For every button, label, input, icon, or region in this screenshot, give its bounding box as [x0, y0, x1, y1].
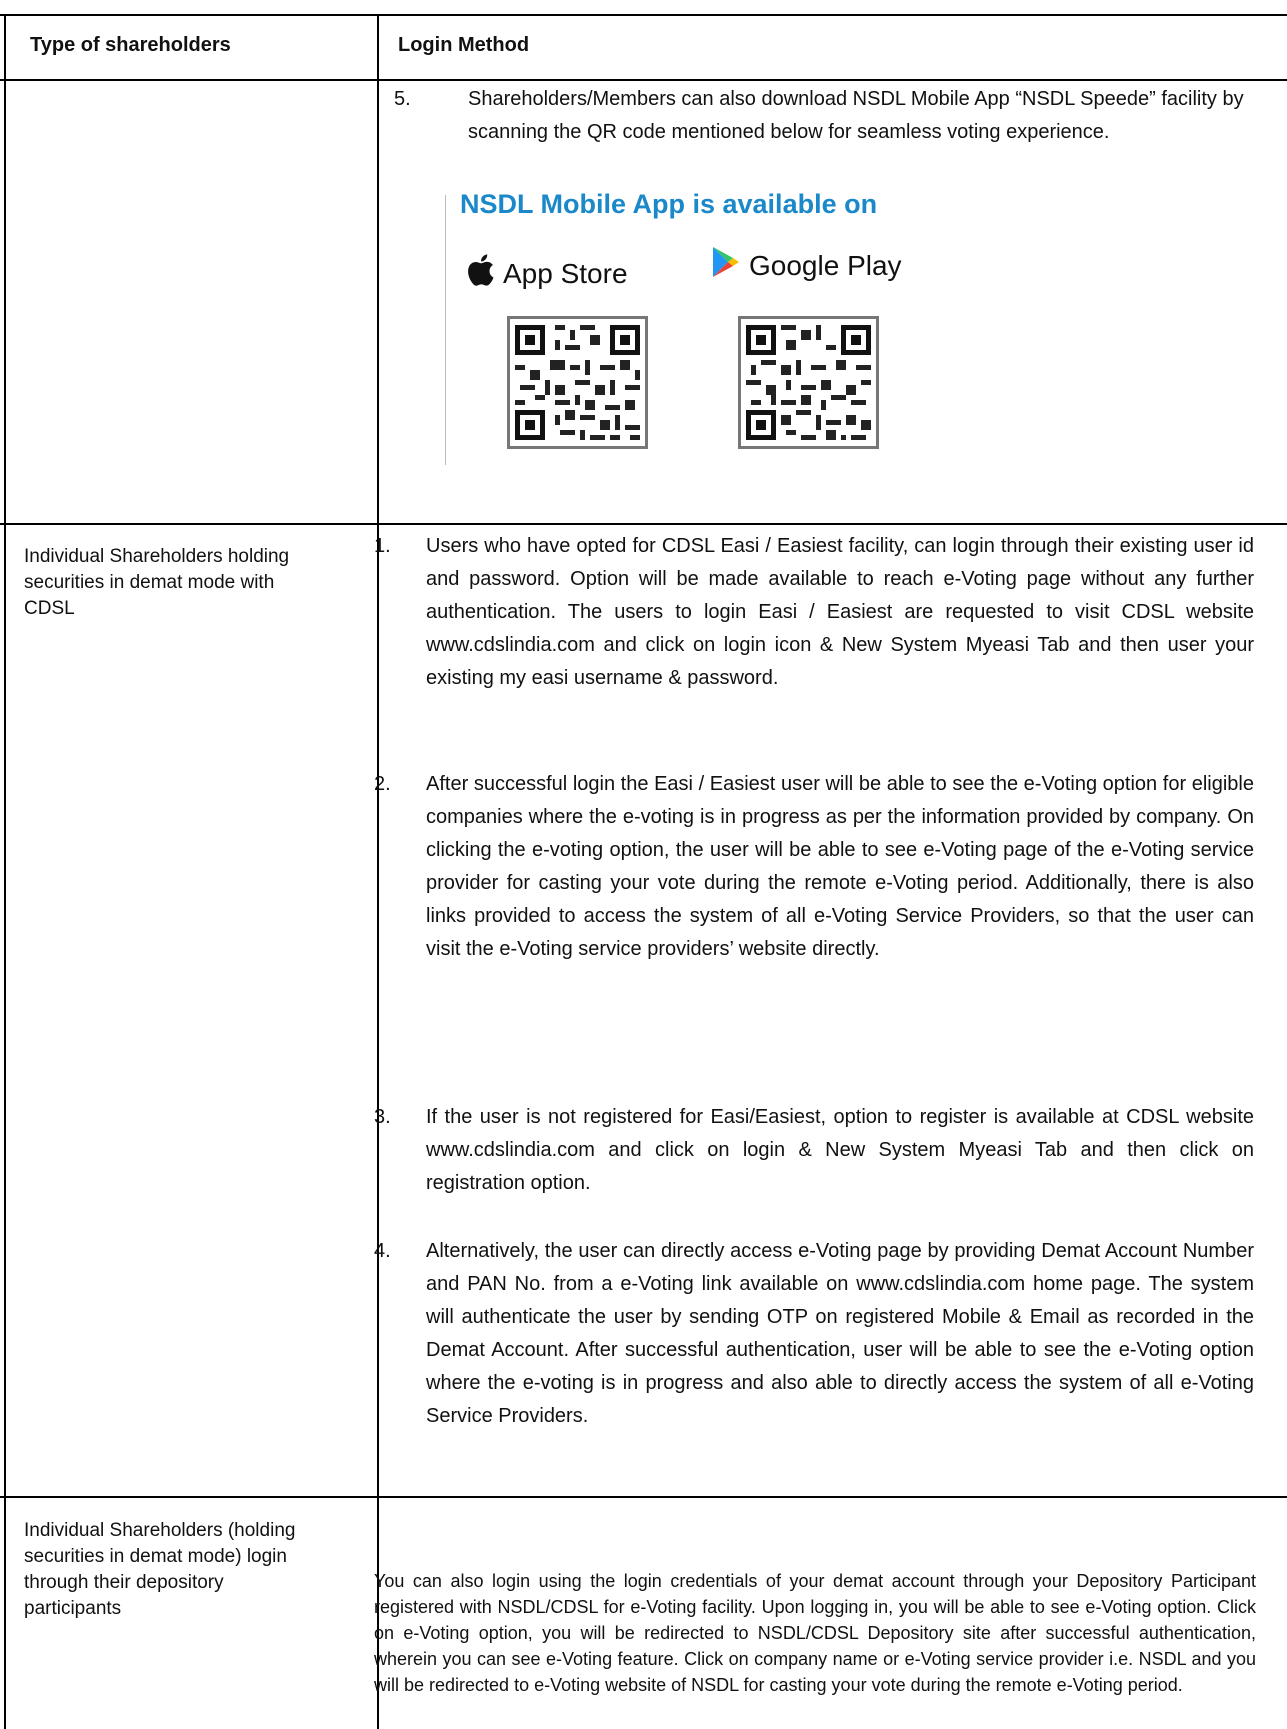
- list-item-number: 2.: [374, 773, 391, 795]
- google-play-icon: [711, 245, 741, 286]
- app-store-label: App Store: [503, 257, 628, 289]
- table-border-left: [4, 14, 6, 1729]
- app-store-qr-code[interactable]: [507, 316, 648, 449]
- row-label-depository: Individual Shareholders (holding securit…: [24, 1520, 296, 1619]
- google-play-badge[interactable]: Google Play: [711, 245, 902, 286]
- list-item-text: After successful login the Easi / Easies…: [426, 773, 1254, 960]
- row-divider-1: [0, 523, 1287, 525]
- google-play-label: Google Play: [749, 249, 902, 281]
- google-play-qr-code[interactable]: [738, 316, 879, 449]
- list-item-cdsl-2: 2. After successful login the Easi / Eas…: [374, 768, 1254, 966]
- apple-icon: [465, 253, 495, 294]
- row-label-cdsl: Individual Shareholders holding securiti…: [24, 546, 290, 619]
- list-item-cdsl-3: 3. If the user is not registered for Eas…: [374, 1101, 1254, 1200]
- header-type-of-shareholders: Type of shareholders: [30, 34, 231, 56]
- header-bottom-border: [0, 79, 1287, 81]
- list-item-text: Users who have opted for CDSL Easi / Eas…: [426, 535, 1254, 689]
- list-item-text: Alternatively, the user can directly acc…: [426, 1240, 1254, 1427]
- list-item-number: 1.: [374, 535, 391, 557]
- app-store-badge[interactable]: App Store: [465, 253, 628, 294]
- row-divider-2: [0, 1496, 1287, 1498]
- list-item-text: If the user is not registered for Easi/E…: [426, 1106, 1254, 1194]
- list-item-cdsl-1: 1. Users who have opted for CDSL Easi / …: [374, 530, 1254, 695]
- banner-title: NSDL Mobile App is available on: [460, 189, 878, 219]
- list-item-cdsl-4: 4. Alternatively, the user can directly …: [374, 1235, 1254, 1433]
- table-border-top: [0, 14, 1287, 16]
- depository-login-text: You can also login using the login crede…: [374, 1571, 1256, 1695]
- banner-divider: [445, 195, 446, 465]
- header-login-method: Login Method: [398, 34, 530, 56]
- list-item-number: 4.: [374, 1240, 391, 1262]
- list-item-number: 3.: [374, 1106, 391, 1128]
- list-item-number: 5.: [394, 88, 411, 110]
- nsdl-app-banner: NSDL Mobile App is available on App Stor…: [445, 183, 965, 465]
- list-item-nsdl-app: 5. Shareholders/Members can also downloa…: [394, 83, 1244, 149]
- list-item-text: Shareholders/Members can also download N…: [468, 88, 1244, 143]
- shareholder-login-table: Type of shareholders Login Method 5. Sha…: [0, 0, 1287, 1729]
